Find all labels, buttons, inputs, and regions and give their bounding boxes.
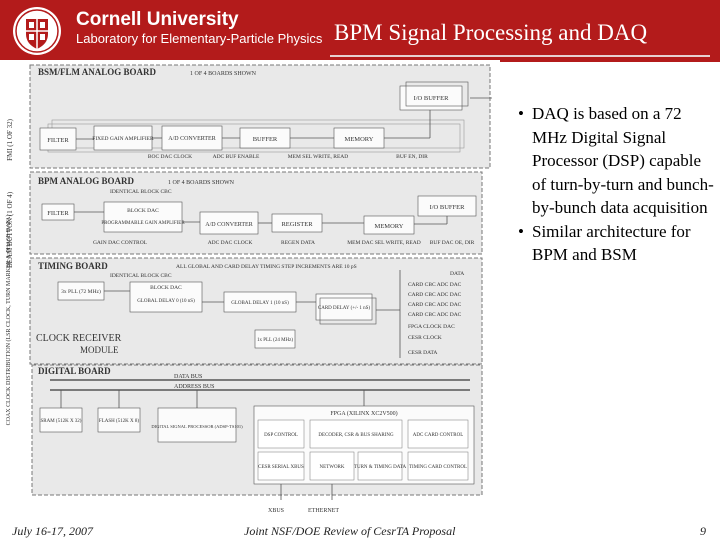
timing-board-title: TIMING BOARD <box>38 261 108 271</box>
page-number: 9 <box>700 524 706 538</box>
header-bar: Cornell University Laboratory for Elemen… <box>0 0 720 62</box>
digital-board: DIGITAL BOARD DATA BUS ADDRESS BUS SRAM … <box>31 364 483 500</box>
fpga-adc-card-control: ADC CARD CONTROL <box>413 433 464 438</box>
bullet-marker: • <box>518 104 524 123</box>
address-bus-label: ADDRESS BUS <box>174 384 215 390</box>
bpm-signal-clock: ADC DAC CLOCK <box>208 240 253 246</box>
bullet-item-architecture: • Similar architecture for BPM and BSM <box>518 220 718 267</box>
timing-identical-note: IDENTICAL BLOCK CBC <box>110 273 172 279</box>
bpm-memory-block: MEMORY <box>375 223 404 230</box>
bpm-analog-board: BPM ANALOG BOARD 1 OF 4 BOARDS SHOWN IDE… <box>29 171 483 255</box>
timing-output-cesr-data: CESR DATA <box>408 350 437 356</box>
bsm-signal-clock: BOC DAC CLOCK <box>148 154 192 160</box>
bsm-signal-buf: BUF EN, DIR <box>396 154 428 160</box>
clock-receiver-title: CLOCK RECEIVER <box>36 333 122 344</box>
bullet-list: • DAQ is based on a 72 MHz Digital Signa… <box>518 102 718 267</box>
daq-block-diagram: FMI (1 OF 32) BEAM BUTTON (1 OF 4) COAX … <box>0 60 500 520</box>
bpm-signal-gain: GAIN DAC CONTROL <box>93 240 148 246</box>
bsm-board-title: BSM/FLM ANALOG BOARD <box>38 67 157 77</box>
bpm-signal-regen: REGEN DATA <box>281 240 315 246</box>
bullet-marker: • <box>518 221 524 241</box>
timing-card-delay: CARD DELAY (+/- 1 nS) <box>318 306 371 311</box>
fpga-block-title: FPGA (XILINX XC2V500) <box>330 410 397 417</box>
dsp-block: DIGITAL SIGNAL PROCESSOR (ADSP-TS101) <box>151 424 243 429</box>
xbus-port-label: XBUS <box>268 508 284 514</box>
timing-block-dac: BLOCK DAC <box>150 285 182 291</box>
bullet-text: Similar architecture for BPM and BSM <box>532 221 691 265</box>
bullet-text: DAQ is based on a 72 MHz Digital Signal … <box>532 104 714 217</box>
bsm-signal-mem: MEM SEL WRITE, READ <box>288 154 349 160</box>
bsm-buffer-block: BUFFER <box>253 136 278 143</box>
timing-board-note: ALL GLOBAL AND CARD DELAY TIMING STEP IN… <box>176 264 357 270</box>
bpm-signal-buf: BUF DAC OE, DIR <box>430 240 475 246</box>
bsm-board-subtitle: 1 OF 4 BOARDS SHOWN <box>190 71 257 77</box>
bsm-analog-board: BSM/FLM ANALOG BOARD 1 OF 4 BOARDS SHOWN… <box>29 64 492 169</box>
timing-output-card-1: CARD CBC ADC DAC <box>408 282 462 288</box>
title-underline <box>330 55 710 57</box>
bpm-adc-block: A/D CONVERTER <box>205 222 252 228</box>
fpga-cesr-serial: CESR SERIAL XBUS <box>258 465 304 470</box>
bpm-register-block: REGISTER <box>281 221 313 228</box>
bsm-io-buffer-block: I/O BUFFER <box>414 95 450 102</box>
bsm-amplifier-block: FIXED GAIN AMPLIFIER <box>92 136 154 142</box>
cornell-seal-icon <box>13 7 61 55</box>
bpm-io-buffer-block: I/O BUFFER <box>430 204 466 211</box>
timing-output-card-2: CARD CBC ADC DAC <box>408 292 462 298</box>
bullet-item-dsp: • DAQ is based on a 72 MHz Digital Signa… <box>518 102 718 220</box>
fpga-decoder: DECODER, CSR & BUS SHARING <box>318 433 394 438</box>
fpga-timing-card-control: TIMING CARD CONTROL <box>409 465 467 470</box>
clock-receiver-subtitle: MODULE <box>80 345 119 355</box>
laboratory-name: Laboratory for Elementary-Particle Physi… <box>76 31 323 46</box>
slide-title: BPM Signal Processing and DAQ <box>334 20 648 45</box>
flash-block: FLASH (512K X 8) <box>99 419 139 424</box>
timing-pll-3x-block: 3x PLL (72 MHz) <box>61 288 101 295</box>
bpm-board-subtitle: 1 OF 4 BOARDS SHOWN <box>168 180 235 186</box>
fpga-network: NETWORK <box>320 465 345 470</box>
bpm-signal-mem: MEM DAC SEL WRITE, READ <box>347 240 421 246</box>
bpm-filter-block: FILTER <box>47 210 69 217</box>
timing-output-card-4: CARD CBC ADC DAC <box>408 312 462 318</box>
coax-clock-side-label: COAX CLOCK DISTRIBUTION (LSR CLOCK, TURN… <box>5 215 12 426</box>
bpm-identical-note: IDENTICAL BLOCK CBC <box>110 189 172 195</box>
timing-output-fpga-clock: FPGA CLOCK DAC <box>408 324 455 330</box>
fpga-dsp-control: DSP CONTROL <box>264 433 298 438</box>
bpm-board-title: BPM ANALOG BOARD <box>38 176 135 186</box>
timing-pll-1x-block: 1x PLL (24 MHz) <box>257 338 293 343</box>
digital-board-title: DIGITAL BOARD <box>38 366 111 376</box>
ethernet-port-label: ETHERNET <box>308 508 339 514</box>
fpga-turn-timing: TURN & TIMING DATA <box>354 465 407 470</box>
sram-block: SRAM (512K X 32) <box>41 419 82 424</box>
fmi-side-label: FMI (1 OF 32) <box>6 118 14 160</box>
bpm-block-dac: BLOCK DAC <box>127 208 159 214</box>
bsm-adc-block: A/D CONVERTER <box>168 136 215 142</box>
timing-output-data: DATA <box>450 271 464 277</box>
bsm-filter-block: FILTER <box>47 137 69 144</box>
timing-global-delay-1: GLOBAL DELAY 1 (10 nS) <box>231 301 289 306</box>
bpm-gain-amplifier-block: PROGRAMMABLE GAIN AMPLIFIER <box>101 221 185 226</box>
timing-output-cesr-clock: CESR CLOCK <box>408 335 442 341</box>
footer-date: July 16-17, 2007 <box>12 524 93 538</box>
timing-global-delay-0: GLOBAL DELAY 0 (10 nS) <box>137 299 195 304</box>
university-name: Cornell University <box>76 9 239 30</box>
bsm-memory-block: MEMORY <box>345 136 374 143</box>
footer-event: Joint NSF/DOE Review of CesrTA Proposal <box>244 524 456 538</box>
timing-output-card-3: CARD CBC ADC DAC <box>408 302 462 308</box>
bsm-signal-enable: ADC BUF ENABLE <box>213 154 260 160</box>
data-bus-label: DATA BUS <box>174 374 202 380</box>
